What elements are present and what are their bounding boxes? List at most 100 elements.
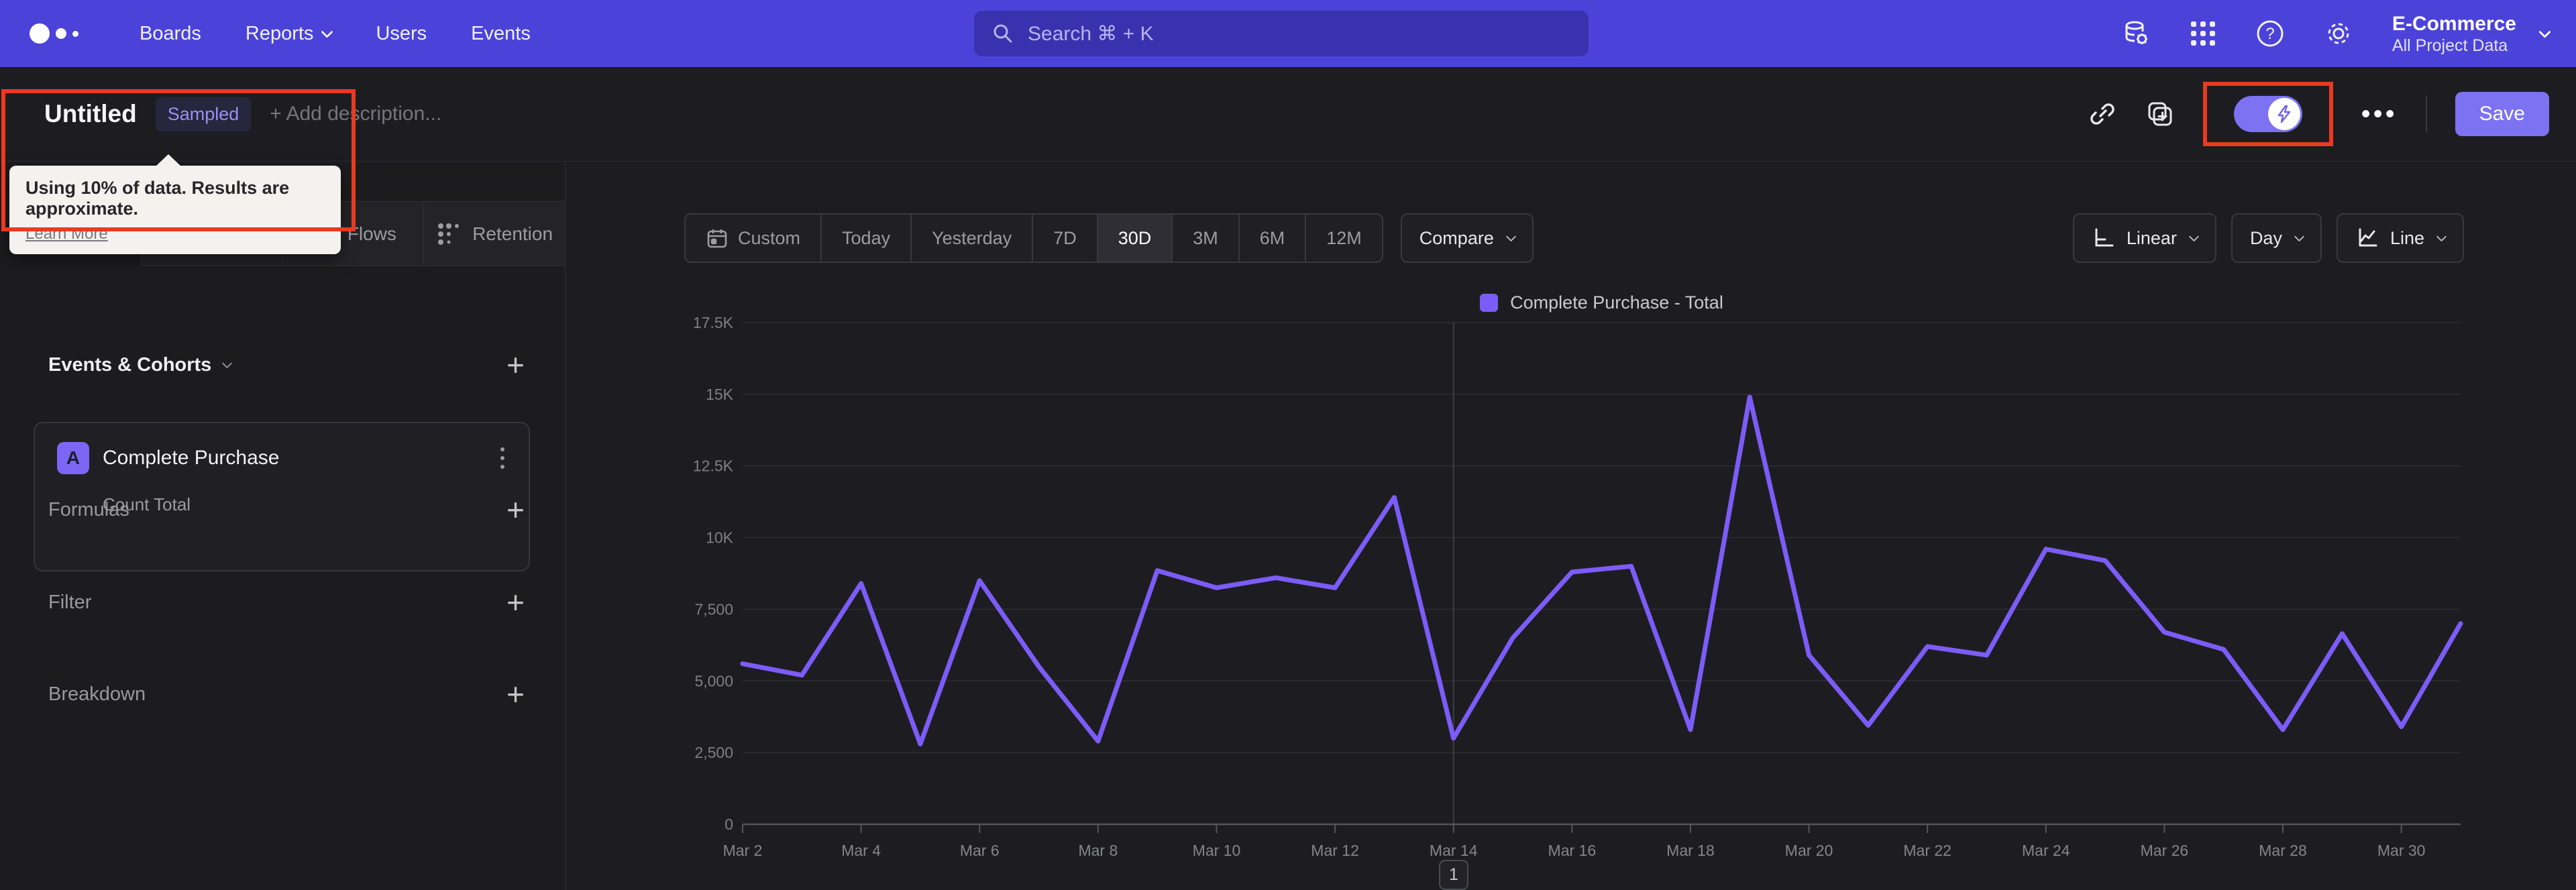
svg-text:?: ? bbox=[2265, 25, 2274, 43]
formulas-section: Formulas + bbox=[48, 494, 525, 525]
svg-text:12.5K: 12.5K bbox=[693, 457, 734, 475]
nav-item-boards[interactable]: Boards bbox=[140, 23, 201, 45]
chart-display-controls: Linear Day Line bbox=[2072, 213, 2464, 263]
kebab-menu-icon[interactable] bbox=[500, 447, 504, 469]
formulas-label: Formulas bbox=[48, 498, 129, 520]
svg-text:Mar 28: Mar 28 bbox=[2259, 842, 2307, 859]
breakdown-section: Breakdown + bbox=[48, 679, 525, 710]
search-input[interactable]: Search ⌘ + K bbox=[974, 11, 1589, 56]
sampling-tooltip: Using 10% of data. Results are approxima… bbox=[9, 154, 341, 254]
nav-items: Boards Reports Users Events bbox=[140, 23, 531, 45]
nav-item-users[interactable]: Users bbox=[376, 23, 427, 45]
nav-item-reports[interactable]: Reports bbox=[246, 23, 334, 45]
svg-text:Mar 16: Mar 16 bbox=[1548, 842, 1597, 859]
range-7d[interactable]: 7D bbox=[1033, 215, 1098, 262]
range-3m[interactable]: 3M bbox=[1173, 215, 1240, 262]
tab-label: Retention bbox=[472, 223, 553, 244]
copy-plus-icon[interactable] bbox=[2145, 99, 2175, 129]
chevron-down-icon[interactable] bbox=[222, 357, 233, 368]
range-custom[interactable]: Custom bbox=[686, 215, 822, 262]
filter-section: Filter + bbox=[48, 587, 525, 618]
line-chart-icon bbox=[2359, 228, 2377, 247]
nav-item-events[interactable]: Events bbox=[471, 23, 531, 45]
event-name[interactable]: Complete Purchase bbox=[103, 447, 279, 469]
mixpanel-logo-icon[interactable] bbox=[30, 23, 110, 44]
event-letter-badge: A bbox=[57, 442, 89, 474]
range-12m[interactable]: 12M bbox=[1306, 215, 1382, 262]
sampling-toggle[interactable] bbox=[2233, 96, 2302, 132]
apps-grid-icon[interactable] bbox=[2190, 20, 2216, 47]
range-yesterday[interactable]: Yesterday bbox=[912, 215, 1034, 262]
svg-text:Mar 26: Mar 26 bbox=[2141, 842, 2189, 859]
add-description-field[interactable]: + Add description... bbox=[270, 103, 441, 125]
project-name: E-Commerce bbox=[2392, 12, 2516, 35]
svg-text:15K: 15K bbox=[706, 386, 734, 403]
svg-text:17.5K: 17.5K bbox=[693, 314, 734, 331]
svg-text:5,000: 5,000 bbox=[694, 672, 733, 689]
line-chart[interactable]: 0 2,500 5,000 7,500 10K 12.5K 15K 17.5K Mar 2 Mar… bbox=[671, 295, 2496, 885]
svg-text:Mar 2: Mar 2 bbox=[723, 842, 763, 859]
range-30d[interactable]: 30D bbox=[1097, 215, 1173, 262]
report-title[interactable]: Untitled bbox=[44, 100, 137, 128]
save-button[interactable]: Save bbox=[2455, 92, 2549, 136]
svg-text:Mar 22: Mar 22 bbox=[1903, 842, 1951, 859]
svg-text:7,500: 7,500 bbox=[694, 600, 733, 618]
annotation-marker[interactable]: 1 bbox=[1439, 860, 1468, 890]
sampling-toggle-annotation-box bbox=[2202, 82, 2333, 146]
title-actions: ••• Save bbox=[2088, 67, 2549, 161]
filter-label: Filter bbox=[48, 591, 92, 613]
svg-text:Mar 20: Mar 20 bbox=[1785, 842, 1833, 859]
divider bbox=[2425, 95, 2427, 133]
add-event-button[interactable]: + bbox=[506, 349, 525, 380]
calendar-icon bbox=[707, 229, 727, 248]
add-filter-button[interactable]: + bbox=[506, 587, 525, 618]
lightning-bolt-icon bbox=[2267, 98, 2300, 130]
svg-text:Mar 30: Mar 30 bbox=[2377, 842, 2426, 859]
date-range-group: Custom Today Yesterday 7D 30D 3M 6M 12M bbox=[684, 213, 1383, 263]
report-title-bar: Untitled Sampled + Add description... ••… bbox=[0, 67, 2576, 162]
range-today[interactable]: Today bbox=[822, 215, 912, 262]
compare-button[interactable]: Compare bbox=[1400, 213, 1534, 263]
svg-text:Mar 4: Mar 4 bbox=[841, 842, 881, 859]
search-placeholder: Search ⌘ + K bbox=[1028, 22, 1154, 45]
svg-text:Mar 14: Mar 14 bbox=[1430, 842, 1478, 859]
top-nav: Boards Reports Users Events Search ⌘ + K bbox=[0, 0, 2576, 67]
retention-icon bbox=[436, 221, 462, 247]
settings-gear-icon[interactable] bbox=[2324, 19, 2353, 48]
nav-right: ? E-Commerce All Project Data bbox=[2121, 0, 2551, 67]
data-management-icon[interactable] bbox=[2121, 19, 2151, 48]
project-switcher[interactable]: E-Commerce All Project Data bbox=[2392, 11, 2551, 56]
link-icon[interactable] bbox=[2088, 99, 2117, 129]
tab-retention[interactable]: Retention bbox=[424, 201, 566, 266]
linear-axis-icon bbox=[2095, 228, 2114, 247]
range-6m[interactable]: 6M bbox=[1240, 215, 1307, 262]
search-icon bbox=[994, 24, 1012, 43]
chart-type-dropdown[interactable]: Line bbox=[2336, 213, 2464, 263]
learn-more-link[interactable]: Learn More bbox=[25, 225, 108, 243]
tab-label: Flows bbox=[347, 223, 396, 244]
svg-text:0: 0 bbox=[724, 816, 733, 833]
chevron-down-icon bbox=[321, 25, 334, 38]
svg-text:Mar 24: Mar 24 bbox=[2022, 842, 2070, 859]
svg-text:Mar 6: Mar 6 bbox=[960, 842, 1000, 859]
svg-text:10K: 10K bbox=[706, 529, 734, 547]
add-formula-button[interactable]: + bbox=[506, 494, 525, 525]
chevron-down-icon bbox=[2538, 25, 2551, 38]
chart-controls: Custom Today Yesterday 7D 30D 3M 6M 12M … bbox=[684, 213, 2464, 263]
app-root: Boards Reports Users Events Search ⌘ + K bbox=[0, 0, 2576, 890]
sampled-badge[interactable]: Sampled bbox=[155, 97, 252, 131]
svg-text:Mar 18: Mar 18 bbox=[1666, 842, 1715, 859]
project-scope: All Project Data bbox=[2392, 36, 2508, 56]
svg-text:Mar 12: Mar 12 bbox=[1311, 842, 1359, 859]
help-icon[interactable]: ? bbox=[2255, 19, 2285, 48]
svg-text:Mar 8: Mar 8 bbox=[1078, 842, 1118, 859]
tooltip-text: Using 10% of data. Results are approxima… bbox=[25, 178, 290, 219]
query-sidebar: Insights Funnels Flows bbox=[0, 162, 566, 890]
events-cohorts-header: Events & Cohorts + bbox=[48, 347, 525, 382]
svg-text:Mar 10: Mar 10 bbox=[1193, 842, 1241, 859]
add-breakdown-button[interactable]: + bbox=[506, 679, 525, 710]
breakdown-label: Breakdown bbox=[48, 683, 146, 705]
more-options-button[interactable]: ••• bbox=[2361, 101, 2398, 127]
interval-dropdown[interactable]: Day bbox=[2231, 213, 2322, 263]
scale-dropdown[interactable]: Linear bbox=[2072, 213, 2216, 263]
